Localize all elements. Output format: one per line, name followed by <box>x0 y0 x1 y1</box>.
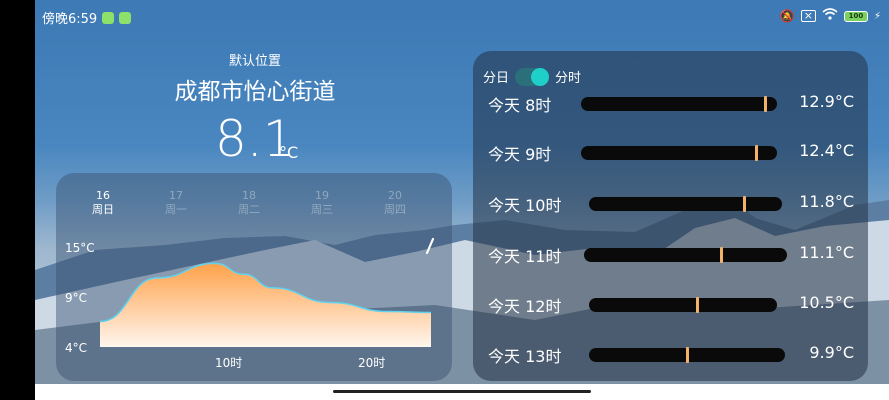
toggle-daily-label[interactable]: 分日 <box>483 67 509 86</box>
temperature-chart <box>99 262 432 347</box>
hourly-row-label: 今天 8时 <box>488 96 552 115</box>
hourly-panel: 分日 分时 今天 8时 12.9°C 今天 9时 12.4°C 今天 10时 1… <box>473 51 868 381</box>
location-name[interactable]: 成都市怡心街道 <box>135 72 375 106</box>
location-subtitle: 默认位置 <box>228 54 281 69</box>
hourly-row: 今天 9时 12.4°C <box>473 137 868 167</box>
weather-screen: 傍晚6:59 🔕 × 100 ⚡ 默认位置 成都市怡心街道 8.1 °C 16 … <box>35 0 889 384</box>
chart-y-tick-label: 9°C <box>65 291 88 305</box>
hourly-row-label: 今天 12时 <box>488 297 562 316</box>
hourly-row-value: 10.5°C <box>799 293 854 312</box>
temperature-range-bar <box>581 145 777 161</box>
temperature-marker <box>685 347 689 363</box>
temperature-area <box>100 263 431 347</box>
toggle-hourly-label[interactable]: 分时 <box>555 67 581 86</box>
toggle-knob <box>531 67 550 86</box>
status-bar-right: 🔕 × 100 ⚡ <box>780 8 881 24</box>
hourly-row: 今天 8时 12.9°C <box>473 91 868 118</box>
hourly-row-label: 今天 11时 <box>488 247 562 266</box>
temperature-range-bar <box>589 297 777 313</box>
battery-icon: 100 <box>843 10 868 22</box>
temperature-marker <box>764 96 768 112</box>
chart-x-tick-label: 20时 <box>358 356 386 370</box>
temperature-unit: °C <box>279 143 299 162</box>
hourly-row-value: 12.9°C <box>799 92 854 111</box>
charging-icon: ⚡ <box>873 10 881 22</box>
temperature-marker <box>720 247 723 263</box>
status-time: 傍晚6:59 <box>42 12 98 27</box>
chart-y-tick-label: 15°C <box>65 241 95 255</box>
temperature-range-bar <box>581 96 777 112</box>
hourly-row: 今天 10时 11.8°C <box>473 188 868 218</box>
slash-icon[interactable] <box>424 237 436 255</box>
status-bar-left: 傍晚6:59 <box>42 8 132 27</box>
temperature-marker <box>742 196 746 212</box>
mute-icon: 🔕 <box>779 9 795 23</box>
hourly-row-label: 今天 13时 <box>488 347 562 366</box>
view-toggle-switch[interactable] <box>515 67 550 86</box>
hourly-list[interactable]: 今天 8时 12.9°C 今天 9时 12.4°C 今天 10时 11.8°C … <box>473 91 868 381</box>
alarm-app-icon <box>102 11 115 24</box>
wifi-icon <box>822 8 838 24</box>
hourly-row-value: 9.9°C <box>809 343 854 362</box>
forecast-panel: 16 周日 17 周一 18 周二 19 周三 20 周四 15°C 9°C 4… <box>56 173 452 381</box>
hourly-row: 今天 13时 9.9°C <box>473 339 868 369</box>
chart-y-tick-label: 4°C <box>65 341 88 355</box>
hourly-row-label: 今天 9时 <box>488 145 552 164</box>
android-app-icon <box>119 11 132 24</box>
temperature-range-bar <box>584 247 787 263</box>
chart-x-tick-label: 10时 <box>215 356 243 370</box>
hourly-row-value: 12.4°C <box>799 141 854 160</box>
hourly-row: 今天 11时 11.1°C <box>473 239 868 269</box>
temperature-marker <box>754 145 758 161</box>
temperature-marker <box>696 297 700 313</box>
hourly-row-value: 11.1°C <box>799 243 854 262</box>
hourly-row-label: 今天 10时 <box>488 196 562 215</box>
home-indicator[interactable] <box>333 390 591 393</box>
temperature-range-bar <box>589 196 782 212</box>
no-sim-icon: × <box>800 10 816 22</box>
hourly-row-value: 11.8°C <box>799 192 854 211</box>
hourly-row: 今天 12时 10.5°C <box>473 289 868 319</box>
temperature-range-bar <box>589 347 785 363</box>
view-toggle-row: 分日 分时 <box>483 67 581 86</box>
